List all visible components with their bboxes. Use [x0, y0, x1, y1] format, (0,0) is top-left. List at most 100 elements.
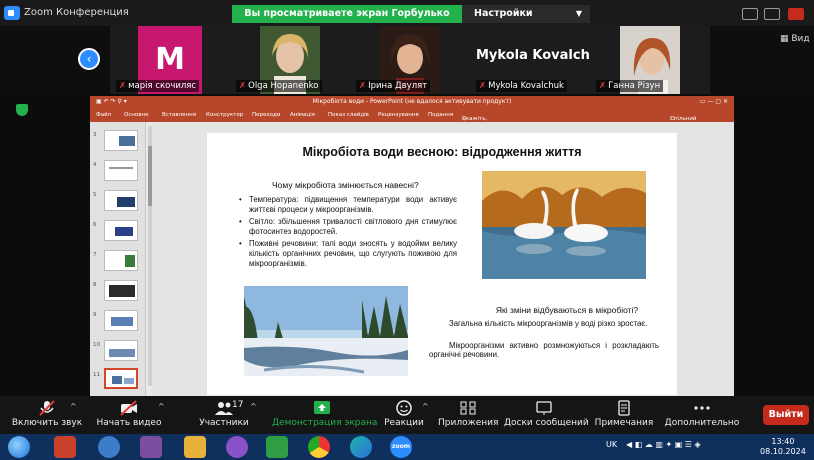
- slide-thumbnail[interactable]: [104, 160, 138, 181]
- save-icon[interactable]: ▣ ↶ ↷ ⚲ ▾: [96, 96, 127, 108]
- notes-button[interactable]: Примечания: [594, 396, 654, 434]
- previous-page-button[interactable]: ‹: [78, 48, 100, 70]
- more-button[interactable]: Дополнительно: [664, 396, 740, 434]
- tab-home[interactable]: Основне: [124, 112, 149, 118]
- slide-number: 7: [93, 252, 97, 258]
- edge-taskbar-icon[interactable]: [350, 436, 372, 458]
- unmute-button[interactable]: ^ Включить звук: [8, 396, 86, 434]
- video-off-icon: [120, 400, 137, 416]
- clock-time: 13:40: [771, 437, 795, 446]
- mic-muted-icon: ✗: [599, 81, 607, 91]
- share-screen-button[interactable]: Демонстрация экрана: [272, 396, 378, 434]
- slide-number: 11: [93, 372, 100, 378]
- chevron-up-icon[interactable]: ^: [250, 402, 257, 411]
- apps-icon: [460, 401, 476, 415]
- mic-muted-icon: ✗: [119, 81, 127, 91]
- chrome-taskbar-icon[interactable]: [308, 436, 330, 458]
- paint-taskbar-icon[interactable]: [140, 436, 162, 458]
- slide-thumbnails: 3 4 5 6 7 8 9 10 11: [90, 122, 146, 396]
- tab-animation[interactable]: Анімація: [290, 112, 315, 118]
- share-screen-label: Демонстрация экрана: [272, 418, 378, 428]
- clock-date: 08.10.2024: [760, 447, 806, 456]
- participant-tile[interactable]: Mykola Kovalch... ✗Mykola Kovalchuk: [470, 26, 590, 94]
- slide-bullets: Температура: підвищення температури води…: [237, 195, 457, 271]
- mic-muted-icon: ✗: [239, 81, 247, 91]
- share-screen-icon: [314, 401, 330, 414]
- tab-transitions[interactable]: Переходи: [252, 112, 280, 118]
- ppt-title: Мікробіота води - PowerPoint (не вдалося…: [312, 98, 512, 105]
- close-button[interactable]: [788, 8, 804, 20]
- language-indicator[interactable]: UK: [606, 440, 617, 449]
- folder-taskbar-icon[interactable]: [184, 436, 206, 458]
- swans-photo: [482, 171, 646, 279]
- slide-thumbnail[interactable]: [104, 220, 138, 241]
- viber-taskbar-icon[interactable]: [226, 436, 248, 458]
- slide-thumbnail[interactable]: [104, 280, 138, 301]
- participant-name-text: марія скочиляс: [128, 81, 197, 91]
- chevron-up-icon[interactable]: ^: [158, 402, 165, 411]
- apps-button[interactable]: Приложения: [438, 396, 498, 434]
- participant-tile[interactable]: ✗ Ірина Двулят: [350, 26, 470, 94]
- chevron-up-icon[interactable]: ^: [422, 402, 429, 411]
- slide-number: 9: [93, 312, 97, 318]
- slide-number: 8: [93, 282, 97, 288]
- participant-name: ✗ марія скочиляс: [116, 80, 200, 92]
- security-shield-icon[interactable]: [16, 104, 28, 116]
- slide-thumbnail[interactable]: [104, 250, 138, 271]
- whiteboards-button[interactable]: Доски сообщений: [504, 396, 589, 434]
- ppt-window-controls[interactable]: ▭ — ▢ ✕: [700, 96, 728, 108]
- ppt-ribbon: Файл Основне Вставлення Конструктор Пере…: [90, 108, 734, 140]
- participant-name-text: Olga Hopanenko: [248, 81, 319, 91]
- ppt-titlebar: ▣ ↶ ↷ ⚲ ▾ Мікробіота води - PowerPoint (…: [90, 96, 734, 108]
- search-taskbar-icon[interactable]: [98, 436, 120, 458]
- tab-design[interactable]: Конструктор: [206, 112, 243, 118]
- minimize-button[interactable]: [742, 8, 758, 20]
- maximize-button[interactable]: [764, 8, 780, 20]
- winter-river-photo: [244, 286, 408, 376]
- participant-name: ✗ Mykola Kovalchuk: [476, 80, 567, 92]
- tab-view[interactable]: Подання: [428, 112, 453, 118]
- slide-thumbnail[interactable]: [104, 340, 138, 361]
- slide-thumbnail[interactable]: [104, 190, 138, 211]
- zoom-taskbar-icon[interactable]: zoom: [390, 436, 412, 458]
- reactions-button[interactable]: ^ Реакции: [382, 396, 429, 434]
- participant-tile[interactable]: ✗ Ганна Різун: [590, 26, 710, 94]
- shared-screen: ▣ ↶ ↷ ⚲ ▾ Мікробіота води - PowerPoint (…: [90, 96, 734, 396]
- slide-thumbnail[interactable]: [104, 310, 138, 331]
- start-video-button[interactable]: ^ Начать видео: [92, 396, 166, 434]
- participant-display-name: Mykola Kovalch...: [476, 48, 590, 63]
- start-video-label: Начать видео: [96, 418, 162, 428]
- tab-review[interactable]: Рецензування: [378, 112, 419, 118]
- start-button-icon[interactable]: [8, 436, 30, 458]
- slide-number: 10: [93, 342, 100, 348]
- tray-icons[interactable]: ◀ ◧ ☁ ▥ ✦ ▣ ☰ ◈: [626, 440, 701, 449]
- mic-muted-icon: [39, 400, 55, 416]
- leave-button[interactable]: Выйти: [763, 405, 809, 425]
- slide-number: 6: [93, 222, 97, 228]
- slide-paragraph: Мікроорганізми активно розмножуються і р…: [429, 341, 659, 360]
- photos-taskbar-icon[interactable]: [266, 436, 288, 458]
- slide-thumbnail-selected[interactable]: [104, 368, 138, 389]
- participant-tile[interactable]: ✗ Olga Hopanenko: [230, 26, 350, 94]
- tab-file[interactable]: Файл: [96, 112, 111, 118]
- participant-tile[interactable]: M ✗ марія скочиляс: [110, 26, 230, 94]
- window-title: Zoom Конференция: [24, 7, 129, 18]
- powerpoint-taskbar-icon[interactable]: [54, 436, 76, 458]
- tab-insert[interactable]: Вставлення: [162, 112, 196, 118]
- slide-paragraph: Загальна кількість мікроорганізмів у вод…: [449, 319, 648, 328]
- participant-name: ✗ Ганна Різун: [596, 80, 664, 92]
- system-clock[interactable]: 13:40 08.10.2024: [760, 437, 806, 457]
- zoom-titlebar: Zoom Конференция Вы просматриваете экран…: [0, 0, 814, 37]
- slide-thumbnail[interactable]: [104, 130, 138, 151]
- whiteboard-icon: [536, 401, 552, 415]
- bullet-item: Поживні речовини: талі води зносять у во…: [237, 239, 457, 268]
- participants-icon: [215, 402, 233, 415]
- notes-icon: [618, 400, 630, 416]
- tab-slideshow[interactable]: Показ слайдів: [328, 112, 369, 118]
- current-slide[interactable]: Мікробіота води весною: відродження житт…: [207, 133, 677, 395]
- view-settings-button[interactable]: Настройки просмотра ▼: [462, 5, 590, 37]
- participants-button[interactable]: 17 ^ Участники: [194, 396, 257, 434]
- zoom-logo-icon: [4, 6, 20, 20]
- view-button[interactable]: ▦ Вид: [780, 34, 810, 44]
- chevron-up-icon[interactable]: ^: [70, 402, 77, 411]
